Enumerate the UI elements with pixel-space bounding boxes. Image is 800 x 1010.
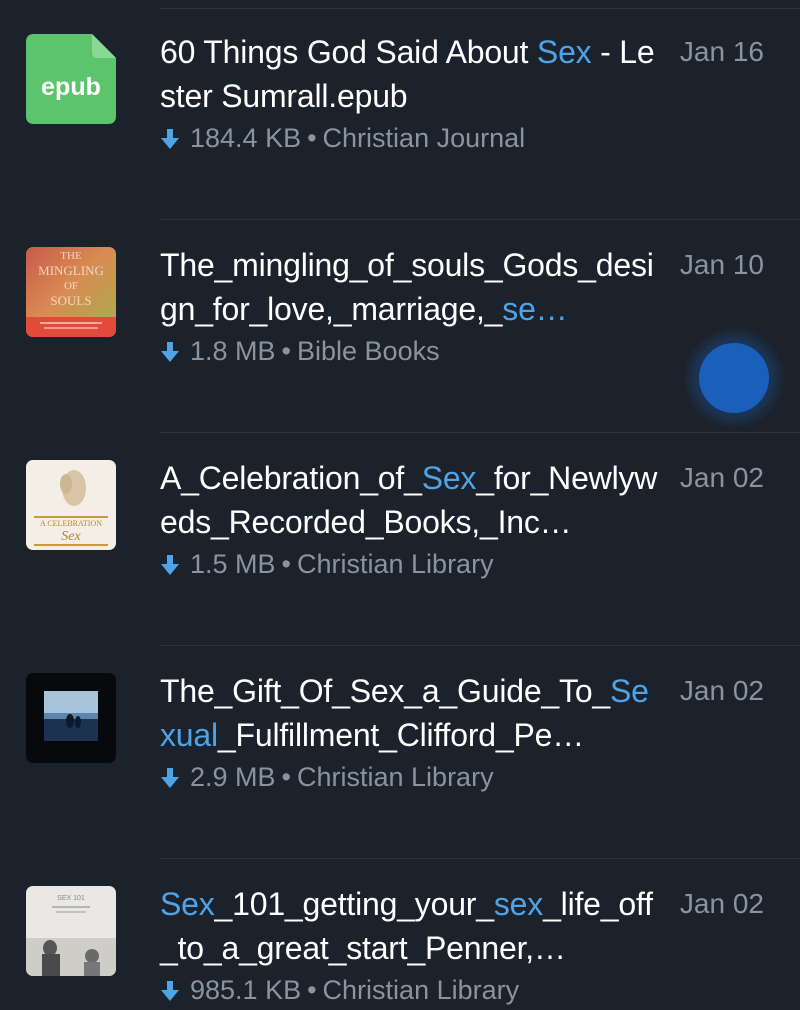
- title-text: The_mingling_of_souls_Gods_design_for_lo…: [160, 247, 654, 327]
- channel-name: Christian Library: [297, 549, 494, 579]
- download-arrow-icon: [161, 768, 179, 788]
- svg-text:Sex: Sex: [61, 529, 81, 544]
- file-meta: 1.8 MB • Bible Books: [160, 333, 440, 369]
- file-title: The_Gift_Of_Sex_a_Guide_To_Sexual_Fulfil…: [160, 669, 664, 757]
- divider: [160, 645, 800, 646]
- file-title: The_mingling_of_souls_Gods_design_for_lo…: [160, 243, 664, 331]
- floating-action-button[interactable]: [684, 328, 784, 428]
- file-type-label: epub: [41, 73, 101, 101]
- book-cover-thumbnail: [26, 673, 116, 763]
- book-cover-thumbnail: A CELEBRATION Sex: [26, 460, 116, 550]
- meta-separator: •: [281, 336, 291, 366]
- file-meta: 184.4 KB • Christian Journal: [160, 120, 525, 156]
- file-size: 184.4 KB: [190, 123, 302, 153]
- title-text: _101_getting_your_: [214, 886, 495, 922]
- list-item[interactable]: THE MINGLING OF SOULS The_mingling_of_so…: [0, 221, 800, 433]
- list-item[interactable]: SEX 101 Sex_101_getting_your_sex_life_of…: [0, 860, 800, 1010]
- file-meta: 1.5 MB • Christian Library: [160, 546, 494, 582]
- meta-separator: •: [307, 975, 317, 1005]
- svg-text:MINGLING: MINGLING: [38, 263, 104, 278]
- list-item[interactable]: epub 60 Things God Said About Sex - Lest…: [0, 8, 800, 220]
- title-highlight: Sex: [160, 886, 215, 922]
- svg-text:A CELEBRATION: A CELEBRATION: [40, 519, 102, 528]
- file-size: 2.9 MB: [190, 762, 276, 792]
- title-text: 60 Things God Said About: [160, 34, 537, 70]
- channel-name: Christian Library: [322, 975, 520, 1005]
- file-date: Jan 16: [679, 36, 764, 67]
- meta-separator: •: [281, 762, 291, 792]
- title-highlight: se…: [502, 291, 568, 327]
- divider: [160, 432, 800, 433]
- title-highlight: Sex: [421, 460, 477, 496]
- title-text: The_Gift_Of_Sex_a_Guide_To_: [160, 673, 611, 709]
- fab-circle[interactable]: [699, 343, 769, 413]
- file-date: Jan 02: [679, 888, 764, 919]
- list-item[interactable]: The_Gift_Of_Sex_a_Guide_To_Sexual_Fulfil…: [0, 647, 800, 859]
- file-date: Jan 02: [679, 675, 764, 706]
- file-meta: 985.1 KB • Christian Library: [160, 972, 519, 1008]
- title-text: _Fulfillment_Clifford_Pe…: [217, 717, 585, 753]
- file-size: 985.1 KB: [190, 975, 302, 1005]
- divider: [160, 219, 800, 220]
- download-arrow-icon: [161, 129, 179, 149]
- channel-name: Christian Library: [297, 762, 494, 792]
- book-cover-thumbnail: THE MINGLING OF SOULS: [26, 247, 116, 337]
- title-text: A_Celebration_of_: [160, 460, 422, 496]
- svg-text:THE: THE: [60, 250, 82, 262]
- list-item[interactable]: A CELEBRATION Sex A_Celebration_of_Sex_f…: [0, 434, 800, 646]
- download-arrow-icon: [161, 342, 179, 362]
- file-title: 60 Things God Said About Sex - Lester Su…: [160, 30, 664, 118]
- file-date: Jan 02: [679, 462, 764, 493]
- file-size: 1.5 MB: [190, 549, 276, 579]
- meta-separator: •: [281, 549, 291, 579]
- svg-text:OF: OF: [64, 280, 78, 292]
- channel-name: Christian Journal: [322, 123, 526, 153]
- epub-file-icon: epub: [26, 34, 116, 124]
- divider: [160, 858, 800, 859]
- file-title: Sex_101_getting_your_sex_life_off_to_a_g…: [160, 882, 664, 970]
- file-date: Jan 10: [679, 249, 764, 280]
- svg-text:SOULS: SOULS: [50, 293, 91, 308]
- download-arrow-icon: [161, 555, 179, 575]
- file-meta: 2.9 MB • Christian Library: [160, 759, 494, 795]
- channel-name: Bible Books: [297, 336, 440, 366]
- file-title: A_Celebration_of_Sex_for_Newlyweds_Recor…: [160, 456, 664, 544]
- title-highlight: Sex: [536, 34, 592, 70]
- download-arrow-icon: [161, 981, 179, 1001]
- file-size: 1.8 MB: [190, 336, 276, 366]
- title-highlight: sex: [493, 886, 544, 922]
- svg-text:SEX 101: SEX 101: [57, 895, 85, 902]
- file-results-list: epub 60 Things God Said About Sex - Lest…: [0, 0, 800, 1010]
- meta-separator: •: [307, 123, 317, 153]
- book-cover-thumbnail: SEX 101: [26, 886, 116, 976]
